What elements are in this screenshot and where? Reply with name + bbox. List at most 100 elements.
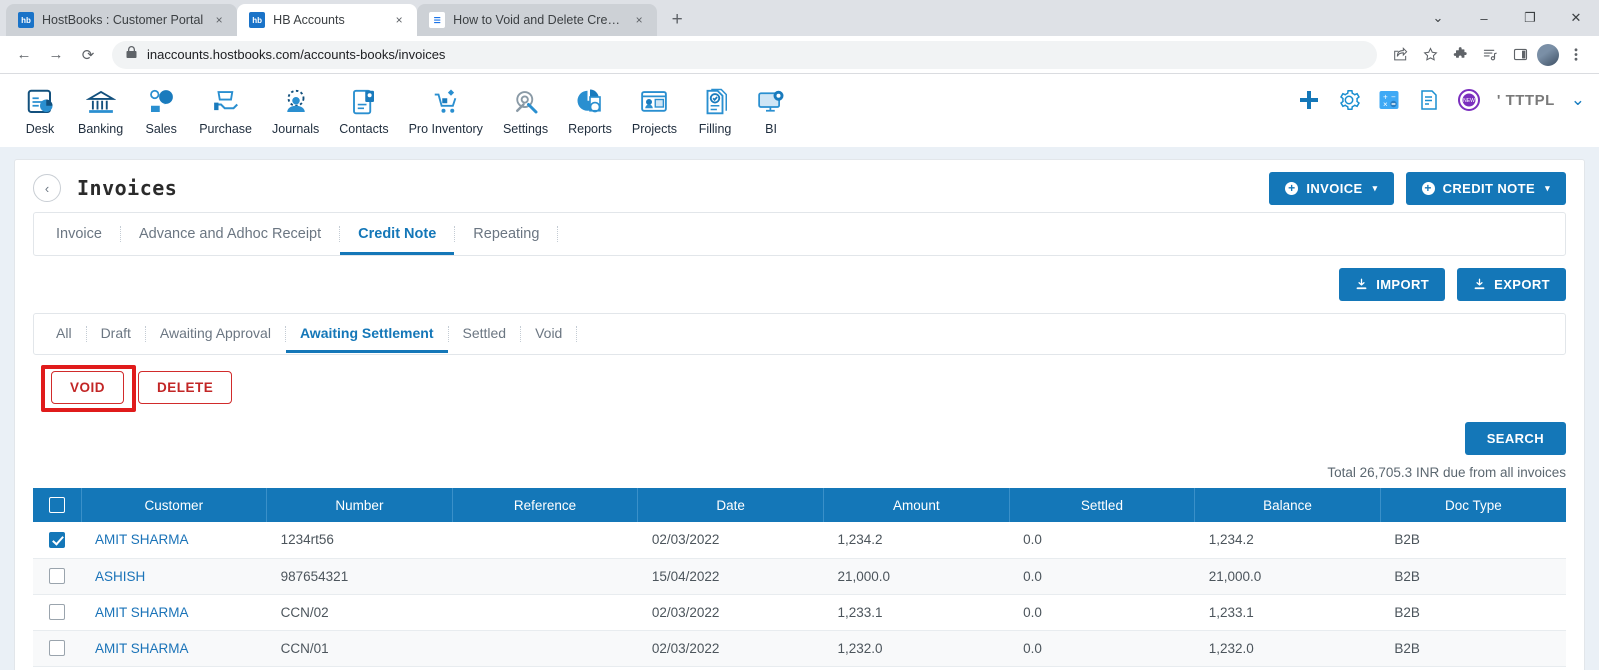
row-checkbox[interactable] [49, 531, 65, 548]
column-header-reference[interactable]: Reference [452, 488, 639, 522]
new-tab-button[interactable]: + [663, 6, 691, 34]
search-row: SEARCH [33, 410, 1566, 455]
side-panel-icon[interactable] [1507, 42, 1533, 68]
nav-item-banking[interactable]: Banking [68, 83, 133, 139]
filter-awaiting-approval[interactable]: Awaiting Approval [146, 315, 285, 353]
customer-link[interactable]: AMIT SHARMA [95, 641, 189, 656]
column-header-customer[interactable]: Customer [81, 488, 268, 522]
cell-doc-type: B2B [1380, 522, 1566, 559]
import-button[interactable]: IMPORT [1339, 268, 1446, 301]
extensions-puzzle-icon[interactable] [1447, 42, 1473, 68]
import-icon [1356, 278, 1367, 290]
row-select-cell [33, 594, 81, 631]
purchase-icon [211, 86, 241, 118]
cell-reference [452, 522, 638, 559]
bank-icon [85, 86, 116, 118]
cell-customer: AMIT SHARMA [81, 522, 267, 559]
tab-favicon-icon: hb [249, 12, 266, 28]
close-window-icon[interactable]: ✕ [1553, 0, 1599, 36]
cell-settled: 0.0 [1009, 630, 1195, 667]
new-credit-note-button[interactable]: + CREDIT NOTE ▾ [1405, 172, 1566, 205]
table-header-row: Customer Number Reference Date Amount Settled… [33, 488, 1566, 522]
chevron-down-icon: ▾ [1372, 183, 1378, 193]
search-button[interactable]: SEARCH [1464, 422, 1566, 455]
nav-item-journals[interactable]: Journals [262, 83, 329, 139]
column-header-settled[interactable]: Settled [1009, 488, 1196, 522]
nav-item-bi[interactable]: BI [743, 83, 799, 139]
new-invoice-button[interactable]: + INVOICE ▾ [1269, 172, 1394, 205]
cell-reference [452, 630, 638, 667]
nav-item-contacts[interactable]: Contacts [329, 83, 398, 139]
table-row[interactable]: AMIT SHARMA CCN/02 02/03/2022 1,233.1 0.0 1,2… [33, 594, 1566, 631]
row-checkbox[interactable] [49, 604, 65, 621]
nav-item-label: Projects [631, 121, 678, 136]
nav-item-purchase[interactable]: Purchase [189, 83, 262, 139]
table-row[interactable]: ASHISH 987654321 15/04/2022 21,000.0 0.0 21,0… [33, 558, 1566, 595]
address-bar[interactable]: inaccounts.hostbooks.com/accounts-books/… [112, 40, 1377, 69]
tab-invoice[interactable]: Invoice [50, 215, 120, 255]
nav-item-filling[interactable]: Filling [687, 83, 743, 139]
delete-button[interactable]: DELETE [138, 371, 233, 404]
plus-icon[interactable] [1297, 88, 1321, 112]
row-checkbox[interactable] [49, 568, 65, 585]
share-icon[interactable] [1387, 42, 1413, 68]
tab-repeating[interactable]: Repeating [455, 215, 557, 255]
export-button[interactable]: EXPORT [1457, 268, 1566, 301]
profile-avatar[interactable] [1537, 43, 1559, 66]
cell-date: 02/03/2022 [637, 630, 824, 667]
browser-toolbar: ← → ⟳ inaccounts.hostbooks.com/accounts-… [0, 36, 1599, 74]
customer-link[interactable]: AMIT SHARMA [95, 532, 189, 547]
back-icon[interactable]: ← [10, 41, 38, 69]
close-tab-icon[interactable]: × [391, 12, 407, 28]
filter-awaiting-settlement[interactable]: Awaiting Settlement [285, 315, 448, 353]
table-body: AMIT SHARMA 1234rt56 02/03/2022 1,234.2 0.0 1… [33, 522, 1566, 667]
close-tab-icon[interactable]: × [211, 12, 227, 28]
nav-item-reports[interactable]: Reports [558, 83, 622, 139]
void-button[interactable]: VOID [51, 371, 125, 404]
filter-draft[interactable]: Draft [87, 315, 145, 353]
filter-void[interactable]: Void [521, 315, 576, 353]
company-name[interactable]: ' TTTPL [1497, 92, 1555, 109]
customer-link[interactable]: ASHISH [95, 569, 145, 584]
expand-chevron-icon[interactable]: ⌄ [1415, 0, 1461, 36]
column-header-number[interactable]: Number [266, 488, 453, 522]
tab-advance-and-adhoc-receipt[interactable]: Advance and Adhoc Receipt [121, 215, 339, 255]
gear-icon[interactable] [1337, 88, 1361, 112]
column-header-doc-type[interactable]: Doc Type [1380, 488, 1566, 522]
nav-item-projects[interactable]: Projects [622, 83, 687, 139]
row-checkbox[interactable] [49, 640, 65, 657]
nav-item-pro-inventory[interactable]: Pro Inventory [399, 83, 493, 139]
minimize-icon[interactable]: – [1461, 0, 1507, 36]
filter-settled[interactable]: Settled [449, 315, 521, 353]
column-header-date[interactable]: Date [637, 488, 824, 522]
column-header-balance[interactable]: Balance [1194, 488, 1381, 522]
nav-item-sales[interactable]: Sales [133, 83, 189, 139]
chrome-menu-icon[interactable] [1563, 42, 1589, 68]
nav-item-desk[interactable]: Desk [12, 83, 68, 139]
filter-all[interactable]: All [50, 315, 86, 353]
chevron-down-icon[interactable]: ⌄ [1571, 90, 1585, 110]
table-row[interactable]: AMIT SHARMA CCN/01 02/03/2022 1,232.0 0.0 1,2… [33, 630, 1566, 667]
close-tab-icon[interactable]: × [631, 12, 647, 28]
forward-icon[interactable]: → [42, 41, 70, 69]
browser-tab[interactable]: hb HB Accounts × [237, 4, 418, 36]
table-row[interactable]: AMIT SHARMA 1234rt56 02/03/2022 1,234.2 0.0 1… [33, 522, 1566, 559]
import-label: IMPORT [1376, 277, 1430, 292]
status-filter-tabs: All Draft Awaiting Approval Awaiting Settle… [33, 313, 1566, 355]
back-button[interactable]: ‹ [33, 174, 61, 202]
column-header-amount[interactable]: Amount [823, 488, 1010, 522]
notes-icon[interactable] [1417, 88, 1441, 112]
browser-tab[interactable]: hb HostBooks : Customer Portal × [6, 4, 238, 36]
reading-list-icon[interactable] [1477, 42, 1503, 68]
new-badge-icon[interactable]: NEW [1457, 88, 1481, 112]
reload-icon[interactable]: ⟳ [74, 41, 102, 69]
calculator-icon[interactable]: + − × [1377, 88, 1401, 112]
bookmark-star-icon[interactable] [1417, 42, 1443, 68]
maximize-icon[interactable]: ❐ [1507, 0, 1553, 36]
nav-item-settings[interactable]: Settings [493, 83, 558, 139]
select-all-checkbox[interactable] [48, 497, 65, 514]
browser-tab[interactable]: ☰ How to Void and Delete Credit N × [417, 4, 658, 36]
customer-link[interactable]: AMIT SHARMA [95, 605, 189, 620]
tab-credit-note[interactable]: Credit Note [340, 215, 455, 255]
tab-favicon-icon: hb [18, 12, 34, 28]
